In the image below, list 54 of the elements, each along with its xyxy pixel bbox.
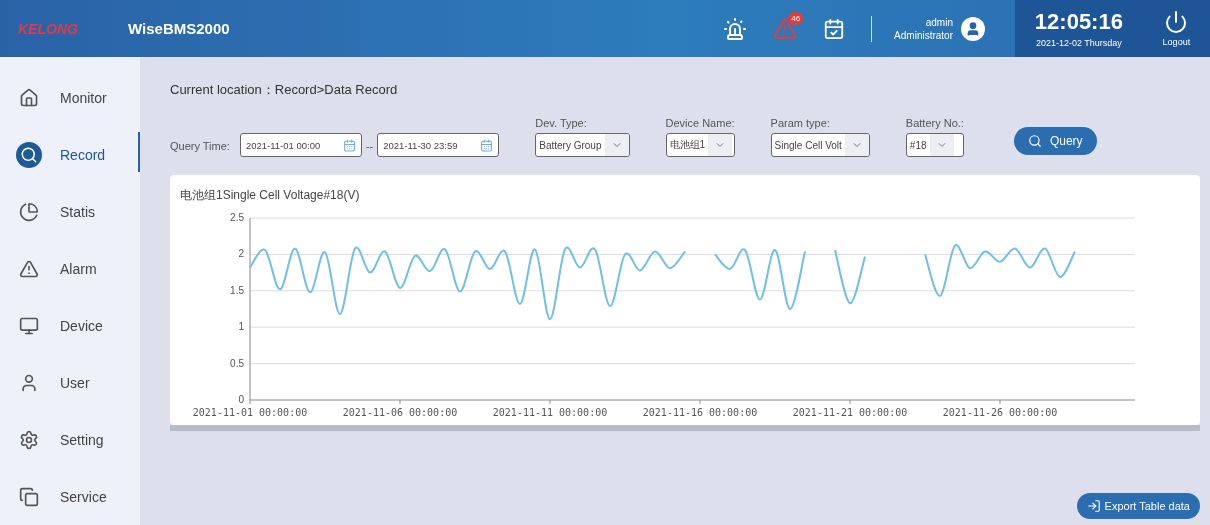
- field-label: Param type:: [770, 117, 831, 129]
- sidebar-item[interactable]: Alarm: [0, 240, 140, 297]
- date-field[interactable]: 2021-11-30 23:59: [377, 133, 500, 157]
- logo: KELONG: [17, 20, 79, 37]
- app-title: WiseBMS2000: [128, 20, 231, 37]
- field-label: Device Name:: [665, 117, 735, 129]
- calendar-icon[interactable]: [342, 138, 356, 152]
- y-tick-label: 0: [238, 394, 244, 405]
- logout-button[interactable]: Logout: [1162, 10, 1191, 47]
- x-tick-label: 2021-11-21 00:00:00: [792, 407, 908, 418]
- field-label: Battery No.:: [905, 117, 964, 129]
- range-separator: --: [365, 140, 374, 152]
- user-name: admin: [925, 15, 953, 29]
- query-button[interactable]: Query: [1013, 127, 1097, 155]
- field-label: Dev. Type:: [535, 117, 588, 129]
- search-icon: [16, 141, 42, 168]
- alarm-count-badge: 46: [788, 11, 804, 25]
- select-field[interactable]: Battery Group: [535, 133, 630, 157]
- user-role: Administrator: [894, 28, 953, 42]
- x-tick-label: 2021-11-11 00:00:00: [492, 407, 608, 418]
- warning-icon[interactable]: [773, 16, 798, 41]
- export-icon: [1086, 499, 1101, 513]
- x-tick-label: 2021-11-26 00:00:00: [942, 407, 1058, 418]
- alarm-light-icon[interactable]: [723, 16, 748, 41]
- export-button[interactable]: Export Table data: [1076, 493, 1200, 519]
- sidebar-item[interactable]: Record: [0, 126, 140, 183]
- select-field[interactable]: Single Cell Volt: [770, 133, 870, 157]
- y-tick-label: 2: [238, 248, 244, 260]
- select-field[interactable]: #18: [905, 133, 964, 157]
- chart-title: 电池组1Single Cell Voltage#18(V): [180, 187, 361, 204]
- calendar-check-icon[interactable]: [823, 17, 846, 40]
- select-field[interactable]: 电池组1: [665, 133, 735, 157]
- calendar-icon[interactable]: [480, 138, 494, 152]
- search-icon: [1027, 134, 1042, 148]
- sidebar-item[interactable]: Setting: [0, 411, 140, 468]
- y-tick-label: 1: [238, 321, 244, 333]
- y-tick-label: 0.5: [230, 357, 244, 369]
- breadcrumb: Current location：Record>Data Record: [170, 81, 399, 99]
- x-tick-label: 2021-11-16 00:00:00: [642, 407, 758, 418]
- clock-date: 2021-12-02 Thursday: [1035, 38, 1122, 48]
- scrollbar[interactable]: [170, 425, 1200, 431]
- sidebar-item[interactable]: Statis: [0, 183, 140, 240]
- clock-time: 12:05:16: [1034, 9, 1123, 35]
- x-tick-label: 2021-11-01 00:00:00: [192, 407, 308, 418]
- y-tick-label: 1.5: [230, 284, 244, 296]
- sidebar-item[interactable]: Service: [0, 468, 140, 525]
- x-tick-label: 2021-11-06 00:00:00: [342, 407, 458, 418]
- sidebar-item[interactable]: Device: [0, 297, 140, 354]
- sidebar-item[interactable]: User: [0, 354, 140, 411]
- query-time-label: Query Time:: [170, 140, 230, 152]
- y-tick-label: 2.5: [230, 212, 244, 223]
- sidebar-item[interactable]: Monitor: [0, 69, 140, 126]
- date-field[interactable]: 2021-11-01 00:00: [239, 133, 362, 157]
- avatar-icon[interactable]: [961, 16, 985, 41]
